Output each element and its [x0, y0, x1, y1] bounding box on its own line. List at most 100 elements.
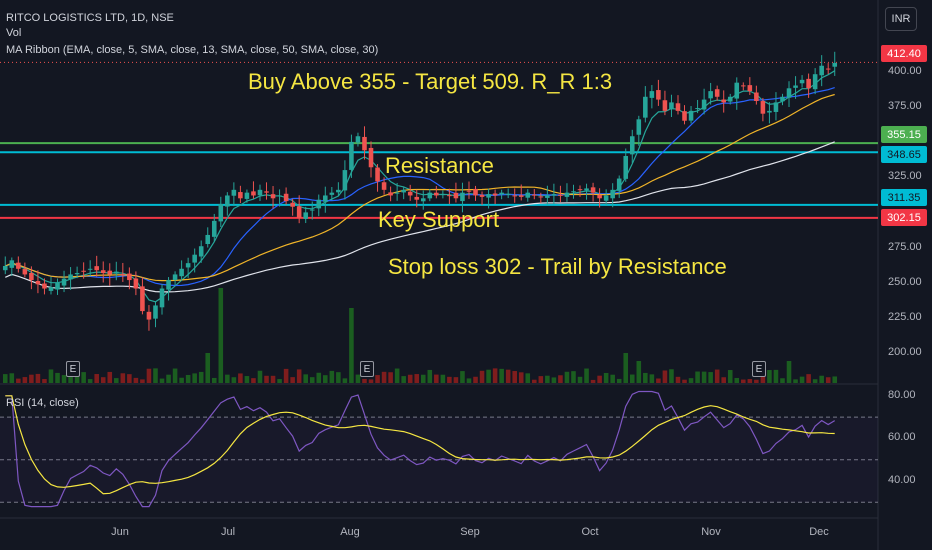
- candle-body: [100, 270, 106, 274]
- candle: [303, 206, 308, 224]
- x-tick: Jun: [111, 526, 129, 538]
- candle: [714, 85, 720, 101]
- volume-bar: [303, 374, 308, 383]
- volume-bar: [629, 374, 635, 383]
- volume-bar: [610, 374, 615, 383]
- candle-body: [727, 96, 733, 102]
- candle: [166, 277, 171, 301]
- candle-body: [146, 311, 152, 320]
- volume-legend[interactable]: Vol: [6, 27, 21, 39]
- candle-body: [695, 108, 700, 110]
- volume-bar: [94, 374, 99, 383]
- candle-body: [545, 195, 550, 198]
- candle-body: [747, 85, 753, 92]
- volume-bar: [773, 369, 779, 383]
- candle-body: [806, 78, 811, 89]
- volume-bar: [414, 374, 420, 383]
- volume-bar: [166, 374, 171, 383]
- candle-body: [486, 194, 491, 198]
- candle-body: [819, 65, 824, 76]
- volume-bar: [401, 376, 406, 383]
- candle-body: [179, 268, 184, 277]
- volume-bar: [114, 378, 119, 383]
- volume-bar: [159, 378, 165, 383]
- sma30-line: [5, 93, 835, 282]
- volume-bar: [270, 375, 276, 383]
- volume-bar: [427, 369, 433, 383]
- x-tick: Sep: [460, 526, 480, 538]
- volume-bar: [545, 375, 550, 383]
- volume-bar: [277, 379, 282, 383]
- candle-body: [479, 194, 485, 197]
- candle: [812, 68, 818, 95]
- candle: [825, 63, 831, 75]
- candle: [675, 95, 681, 115]
- candle-body: [238, 192, 243, 199]
- volume-bar: [225, 374, 230, 383]
- candle-body: [198, 246, 204, 257]
- candle-body: [577, 189, 583, 191]
- candle-body: [754, 92, 759, 101]
- earnings-badge[interactable]: E: [752, 361, 766, 377]
- volume-bar: [22, 377, 28, 383]
- candle: [35, 270, 41, 294]
- candle: [296, 195, 302, 224]
- candle-body: [407, 191, 413, 196]
- candle: [754, 85, 759, 105]
- ma-ribbon-legend[interactable]: MA Ribbon (EMA, close, 5, SMA, close, 13…: [6, 44, 378, 56]
- candle-body: [571, 191, 576, 193]
- candle: [767, 102, 772, 124]
- candle: [120, 262, 126, 282]
- candle: [68, 267, 73, 290]
- candle: [362, 126, 367, 160]
- volume-bar: [669, 369, 674, 383]
- volume-bar: [551, 377, 557, 383]
- volume-bar: [453, 377, 459, 383]
- candle-body: [773, 102, 779, 112]
- candle-body: [74, 273, 80, 275]
- candle: [623, 148, 629, 182]
- candle-body: [140, 286, 145, 312]
- candle-body: [9, 260, 15, 268]
- resistance-annotation: Resistance: [385, 153, 494, 178]
- x-tick: Jul: [220, 526, 236, 538]
- candle-body: [721, 99, 726, 103]
- volume-bar: [218, 288, 224, 383]
- candle-body: [741, 85, 746, 87]
- candle-body: [172, 274, 178, 280]
- volume-bar: [420, 374, 426, 383]
- candle-body: [107, 270, 113, 275]
- earnings-badge[interactable]: E: [360, 361, 374, 377]
- candle: [401, 186, 406, 200]
- candle-body: [114, 271, 119, 274]
- volume-bar: [172, 368, 178, 383]
- stop-loss-annotation: Stop loss 302 - Trail by Resistance: [388, 254, 727, 279]
- currency-button[interactable]: INR: [885, 7, 917, 31]
- candle-body: [440, 194, 446, 196]
- volume-bar: [806, 374, 811, 383]
- volume-bar: [499, 368, 504, 383]
- y-tick: 275.00: [888, 241, 922, 253]
- candle-body: [427, 192, 433, 199]
- candle-body: [512, 195, 517, 197]
- candle-body: [675, 103, 681, 111]
- volume-bar: [577, 376, 583, 383]
- volume-bars: [2, 288, 838, 383]
- volume-bar: [29, 374, 34, 383]
- candle: [434, 186, 439, 199]
- candle: [793, 76, 798, 99]
- candle-body: [87, 268, 93, 270]
- candle: [629, 129, 635, 164]
- volume-bar: [656, 378, 661, 383]
- candle-body: [35, 280, 41, 285]
- rsi-legend[interactable]: RSI (14, close): [6, 397, 79, 409]
- earnings-badge[interactable]: E: [66, 361, 80, 377]
- candle-body: [558, 194, 563, 196]
- candle: [375, 164, 380, 192]
- volume-bar: [198, 371, 204, 383]
- candle: [146, 305, 152, 331]
- x-tick: Aug: [340, 526, 360, 538]
- candle-body: [264, 191, 269, 193]
- candle-body: [597, 194, 602, 199]
- candle-body: [786, 88, 792, 98]
